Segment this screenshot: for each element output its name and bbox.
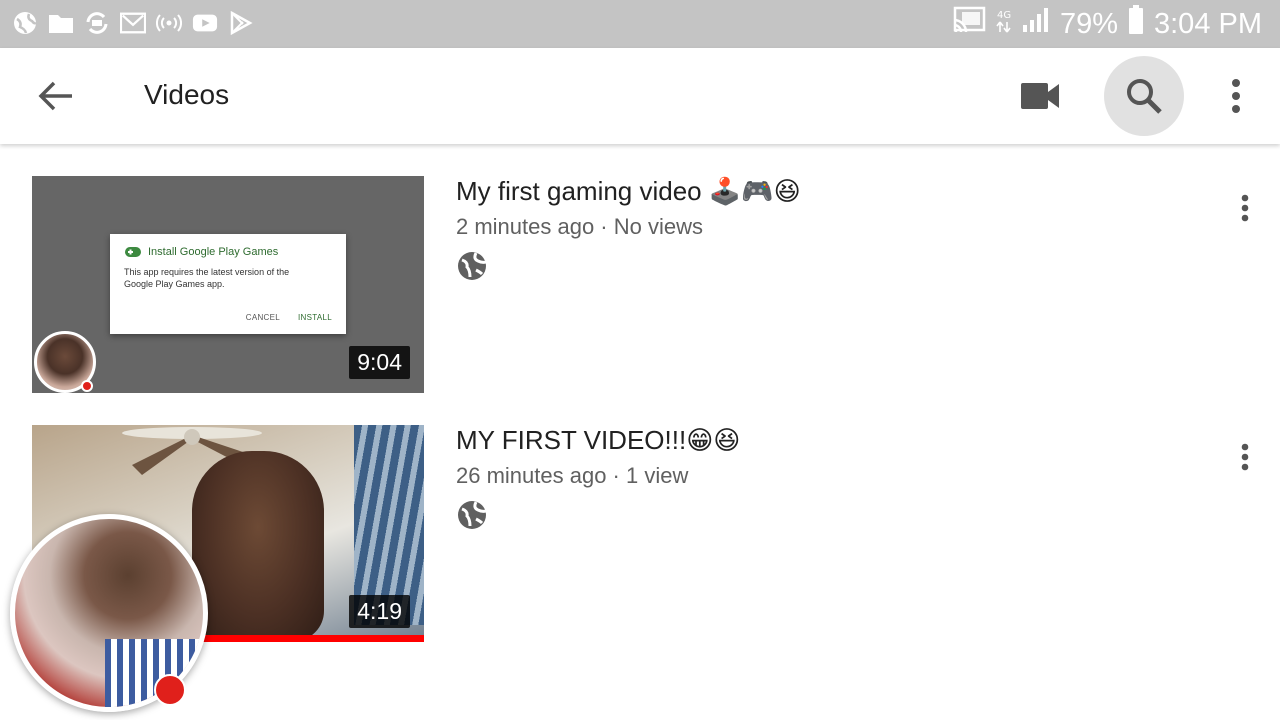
recording-indicator[interactable] (154, 674, 186, 706)
page-title: Videos (144, 79, 230, 110)
gmail-icon (120, 10, 146, 36)
dialog-title-text: Install Google Play Games (148, 246, 279, 258)
dialog-title: Install Google Play Games (124, 246, 332, 258)
notification-icons (12, 10, 254, 36)
cast-icon (952, 6, 986, 42)
search-button[interactable] (1104, 56, 1184, 136)
video-options-button[interactable] (1228, 188, 1262, 228)
more-vert-icon (1232, 79, 1240, 113)
app-bar: Videos (0, 48, 1280, 144)
battery-percent: 79% (1059, 7, 1118, 40)
folder-icon (48, 10, 74, 36)
dialog-body: This app requires the latest version of … (124, 267, 290, 289)
dialog-cancel-label: CANCEL (245, 313, 281, 322)
globe-icon (456, 250, 488, 282)
video-thumbnail[interactable]: Install Google Play Games This app requi… (32, 176, 424, 393)
back-button[interactable] (30, 74, 82, 118)
browser-icon (12, 10, 38, 36)
video-duration: 4:19 (349, 595, 410, 628)
sync-icon (84, 10, 110, 36)
camera-preview-image (105, 639, 203, 707)
video-duration: 9:04 (349, 346, 410, 379)
clock: 3:04 PM (1154, 7, 1262, 40)
more-vert-icon (1241, 443, 1249, 471)
thumbnail-dialog: Install Google Play Games This app requi… (110, 234, 346, 334)
status-bar: 4G 79% 3:04 PM (0, 0, 1280, 48)
dialog-install-label: INSTALL (298, 313, 332, 322)
video-title[interactable]: MY FIRST VIDEO!!!😁😆 (456, 425, 740, 456)
more-vert-icon (1241, 194, 1249, 222)
upload-video-button[interactable] (1012, 72, 1068, 120)
play-store-icon (228, 10, 254, 36)
system-status: 4G 79% 3:04 PM (952, 5, 1262, 43)
person-image (192, 451, 324, 641)
globe-icon (456, 499, 488, 531)
dialog-actions: CANCEL INSTALL (246, 313, 332, 322)
signal-icon (1022, 7, 1050, 41)
video-meta: 2 minutes ago · No views (456, 214, 703, 239)
back-arrow-icon (38, 81, 72, 111)
video-meta: 26 minutes ago · 1 view (456, 463, 689, 488)
video-camera-icon (1021, 83, 1059, 109)
video-options-button[interactable] (1228, 437, 1262, 477)
wireless-icon (156, 10, 182, 36)
svg-text:4G: 4G (997, 10, 1011, 21)
youtube-icon (192, 10, 218, 36)
search-icon (1127, 79, 1162, 114)
video-list-item[interactable]: Install Google Play Games This app requi… (0, 176, 1280, 396)
network-4g-icon: 4G (996, 6, 1012, 42)
gamepad-icon (125, 247, 141, 257)
video-title[interactable]: My first gaming video 🕹️🎮😆 (456, 176, 801, 207)
more-options-button[interactable] (1216, 76, 1256, 116)
battery-icon (1128, 5, 1144, 43)
recording-indicator (81, 380, 93, 392)
